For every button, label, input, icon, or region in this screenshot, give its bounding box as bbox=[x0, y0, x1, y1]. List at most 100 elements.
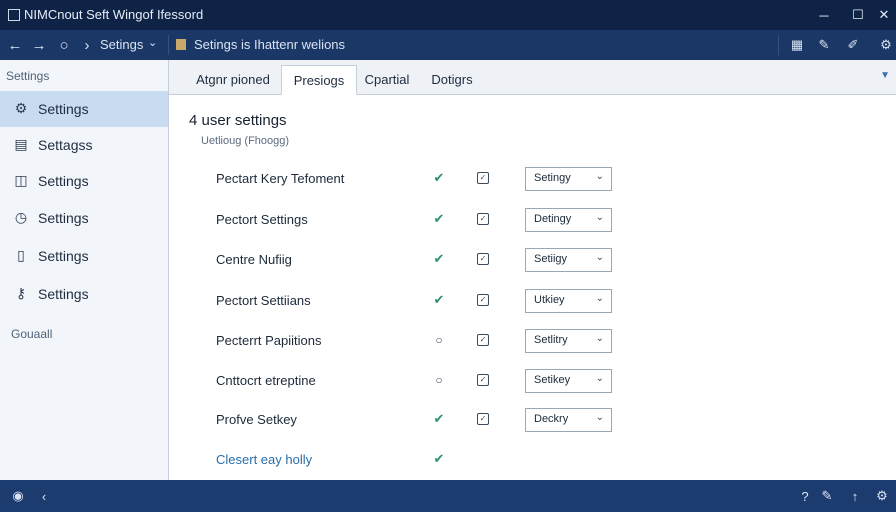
title-bar: NIMCnout Seft Wingof Ifessord ─ ☐ ✕ bbox=[0, 0, 896, 30]
setting-select[interactable]: Setlitry ⌄ bbox=[525, 329, 612, 353]
address-field[interactable]: Setings is Ihattenr welions bbox=[194, 37, 345, 52]
select-value: Detingy bbox=[534, 213, 572, 225]
refresh-icon[interactable]: ○ bbox=[53, 34, 75, 56]
sidebar: Settings ⚙ Settings ▤ Settagss ◫ Setting… bbox=[0, 60, 169, 480]
setting-label: Profve Setkey bbox=[216, 412, 297, 427]
select-value: Deckry bbox=[534, 413, 569, 425]
setting-label: Centre Nufiig bbox=[216, 252, 292, 267]
chevron-right-icon[interactable]: › bbox=[76, 34, 98, 56]
select-value: Setlitry bbox=[534, 334, 568, 346]
check-icon: ✔ bbox=[433, 451, 445, 466]
sidebar-item-settings-layout[interactable]: ◫ Settings bbox=[0, 163, 168, 199]
sidebar-item-settagss[interactable]: ▤ Settagss bbox=[0, 127, 168, 163]
sidebar-header: Settings bbox=[6, 69, 50, 83]
setting-label: Pectort Settiians bbox=[216, 293, 311, 308]
checkbox[interactable]: ✓ bbox=[477, 334, 489, 346]
sidebar-item-label: Settings bbox=[38, 173, 89, 189]
chevron-down-icon[interactable]: ▼ bbox=[880, 70, 890, 81]
list-item: Pectort Settiians ✔ ✓ Utkiey ⌄ bbox=[169, 285, 896, 317]
back-icon[interactable]: ← bbox=[4, 34, 26, 56]
check-icon: ✔ bbox=[433, 292, 445, 307]
chevron-down-icon: ⌄ bbox=[595, 412, 604, 423]
checkbox[interactable]: ✓ bbox=[477, 294, 489, 306]
forward-icon[interactable]: → bbox=[28, 34, 50, 56]
checkbox[interactable]: ✓ bbox=[477, 374, 489, 386]
tab-presiogs[interactable]: Presiogs bbox=[281, 65, 357, 95]
brush-icon[interactable]: ✎ bbox=[814, 35, 834, 55]
select-value: Utkiey bbox=[534, 294, 565, 306]
layout-icon: ◫ bbox=[14, 171, 28, 188]
checkbox[interactable]: ✓ bbox=[477, 213, 489, 225]
upload-icon[interactable]: ↑ bbox=[845, 486, 865, 506]
minimize-icon[interactable]: ─ bbox=[810, 4, 838, 26]
chevron-down-icon[interactable]: ⌄ bbox=[148, 36, 157, 49]
tab-cpartial[interactable]: Cpartial bbox=[359, 65, 415, 94]
gear-icon: ⚙ bbox=[14, 99, 28, 116]
navigation-bar: ← → ○ › Setings ⌄ Setings is Ihattenr we… bbox=[0, 30, 896, 60]
sidebar-item-label: Settings bbox=[38, 248, 89, 264]
sidebar-item-label: Settings bbox=[38, 101, 89, 117]
app-icon bbox=[8, 9, 20, 21]
list-item: Pecterrt Papiitions ○ ✓ Setlitry ⌄ bbox=[169, 325, 896, 357]
setting-select[interactable]: Setikey ⌄ bbox=[525, 369, 612, 393]
tab-atgnr-pioned[interactable]: Atgnr pioned bbox=[183, 65, 283, 94]
chevron-down-icon: ⌄ bbox=[595, 252, 604, 263]
sidebar-item-settings-file[interactable]: ▯ Settings bbox=[0, 238, 168, 274]
setting-label: Cnttocrt etreptine bbox=[216, 373, 316, 388]
folder-icon bbox=[176, 39, 186, 50]
key-icon: ⚷ bbox=[15, 284, 27, 301]
setting-link[interactable]: Clesert eay holly bbox=[216, 452, 312, 467]
checkbox[interactable]: ✓ bbox=[477, 253, 489, 265]
settings-icon[interactable]: ⚙ bbox=[876, 35, 896, 55]
main-panel: Atgnr pioned Presiogs Cpartial Dotigrs ▼… bbox=[169, 60, 896, 480]
chevron-down-icon: ⌄ bbox=[595, 333, 604, 344]
sidebar-item-label: Settings bbox=[38, 210, 89, 226]
pen-icon[interactable]: ✐ bbox=[843, 35, 863, 55]
checkbox[interactable]: ✓ bbox=[477, 413, 489, 425]
grid-icon[interactable]: ▦ bbox=[787, 35, 807, 55]
setting-select[interactable]: Detingy ⌄ bbox=[525, 208, 612, 232]
select-value: Setiigy bbox=[534, 253, 568, 265]
list-item: Pectart Kery Tefoment ✔ ✓ Setingy ⌄ bbox=[169, 163, 896, 195]
power-icon[interactable]: ◉ bbox=[8, 486, 28, 506]
file-icon: ▯ bbox=[17, 246, 25, 263]
chevron-down-icon: ⌄ bbox=[595, 373, 604, 384]
edit-icon[interactable]: ✎ bbox=[817, 486, 837, 506]
sidebar-item-label: Settings bbox=[38, 286, 89, 302]
setting-select[interactable]: Deckry ⌄ bbox=[525, 408, 612, 432]
settings-icon[interactable]: ⚙ bbox=[872, 486, 892, 506]
page-title: 4 user settings bbox=[189, 112, 287, 129]
checkbox[interactable]: ✓ bbox=[477, 172, 489, 184]
setting-select[interactable]: Setingy ⌄ bbox=[525, 167, 612, 191]
select-value: Setingy bbox=[534, 172, 571, 184]
chevron-left-icon[interactable]: ‹ bbox=[34, 486, 54, 506]
maximize-icon[interactable]: ☐ bbox=[844, 4, 872, 26]
divider bbox=[778, 35, 779, 55]
breadcrumb[interactable]: Setings bbox=[100, 37, 143, 52]
list-item: Profve Setkey ✔ ✓ Deckry ⌄ bbox=[169, 404, 896, 436]
setting-select[interactable]: Setiigy ⌄ bbox=[525, 248, 612, 272]
sidebar-item-settings-clock[interactable]: ◷ Settings bbox=[0, 200, 168, 236]
check-icon: ✔ bbox=[433, 411, 445, 426]
radio-icon: ○ bbox=[435, 333, 443, 347]
chevron-down-icon: ⌄ bbox=[595, 212, 604, 223]
list-item: Centre Nufiig ✔ ✓ Setiigy ⌄ bbox=[169, 244, 896, 276]
close-icon[interactable]: ✕ bbox=[870, 4, 896, 26]
tab-dotigrs[interactable]: Dotigrs bbox=[423, 65, 481, 94]
select-value: Setikey bbox=[534, 374, 571, 386]
sidebar-footer-link[interactable]: Gouaall bbox=[11, 327, 52, 341]
app-window: NIMCnout Seft Wingof Ifessord ─ ☐ ✕ ← → … bbox=[0, 0, 896, 512]
sidebar-item-settings-key[interactable]: ⚷ Settings bbox=[0, 276, 168, 312]
tab-strip: Atgnr pioned Presiogs Cpartial Dotigrs ▼ bbox=[169, 60, 896, 95]
help-icon[interactable]: ? bbox=[795, 486, 815, 506]
setting-label: Pecterrt Papiitions bbox=[216, 333, 322, 348]
sidebar-item-settings[interactable]: ⚙ Settings bbox=[0, 91, 168, 127]
setting-select[interactable]: Utkiey ⌄ bbox=[525, 289, 612, 313]
list-item: Cnttocrt etreptine ○ ✓ Setikey ⌄ bbox=[169, 365, 896, 397]
chevron-down-icon: ⌄ bbox=[595, 293, 604, 304]
clock-icon: ◷ bbox=[14, 208, 28, 225]
list-item: Clesert eay holly ✔ bbox=[169, 444, 896, 476]
list-item: Pectort Settings ✔ ✓ Detingy ⌄ bbox=[169, 204, 896, 236]
page-subtitle: Uetlioug (Fhoogg) bbox=[201, 135, 290, 147]
chevron-down-icon: ⌄ bbox=[595, 171, 604, 182]
